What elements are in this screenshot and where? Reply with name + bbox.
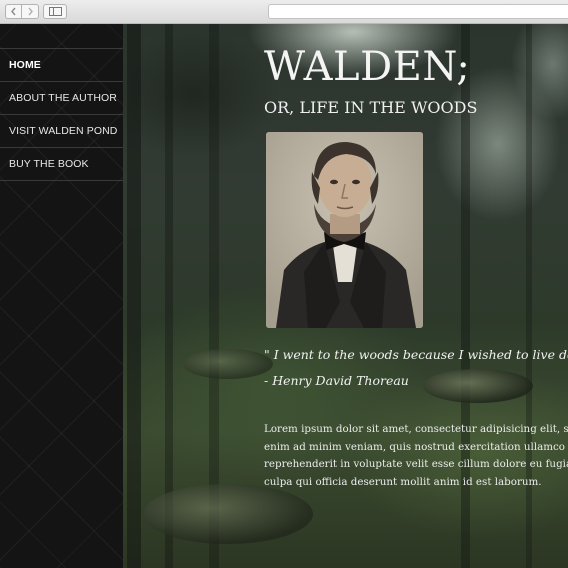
- address-bar[interactable]: [268, 4, 568, 19]
- history-nav: [5, 4, 39, 19]
- body-line: enim ad minim veniam, quis nostrud exerc…: [264, 440, 568, 453]
- sidebar-toggle-button[interactable]: [43, 4, 67, 19]
- browser-toolbar: [0, 0, 568, 24]
- sidebar-nav: HOME ABOUT THE AUTHOR VISIT WALDEN POND …: [0, 24, 123, 568]
- back-button[interactable]: [5, 4, 22, 19]
- quote-attribution: - Henry David Thoreau: [264, 373, 409, 388]
- tree-trunk: [127, 24, 141, 568]
- nav-list: HOME ABOUT THE AUTHOR VISIT WALDEN POND …: [0, 48, 123, 181]
- forward-button[interactable]: [22, 4, 39, 19]
- hero-section: WALDEN; OR, LIFE IN THE WOODS " I went t…: [123, 24, 568, 568]
- page-title: WALDEN;: [264, 44, 471, 90]
- body-line: reprehenderit in voluptate velit esse ci…: [264, 458, 568, 470]
- mossy-rock: [183, 349, 273, 379]
- chevron-right-icon: [27, 7, 33, 16]
- nav-item-visit-walden-pond[interactable]: VISIT WALDEN POND: [0, 115, 123, 148]
- chevron-left-icon: [11, 7, 16, 16]
- mossy-rock: [423, 369, 533, 403]
- page-subtitle: OR, LIFE IN THE WOODS: [264, 98, 478, 117]
- nav-item-about-the-author[interactable]: ABOUT THE AUTHOR: [0, 82, 123, 115]
- thoreau-portrait-image: [266, 132, 423, 328]
- body-line: culpa qui officia deserunt mollit anim i…: [264, 475, 542, 488]
- nav-item-buy-the-book[interactable]: BUY THE BOOK: [0, 148, 123, 181]
- body-text: Lorem ipsum dolor sit amet, consectetur …: [264, 421, 568, 491]
- author-portrait: [266, 132, 423, 328]
- nav-item-home[interactable]: HOME: [0, 49, 123, 82]
- thoreau-quote: " I went to the woods because I wished t…: [264, 347, 568, 362]
- sidebar-toggle-icon: [48, 7, 62, 16]
- mossy-rock: [143, 484, 313, 544]
- body-line: Lorem ipsum dolor sit amet, consectetur …: [264, 423, 568, 435]
- tree-trunk: [165, 24, 173, 568]
